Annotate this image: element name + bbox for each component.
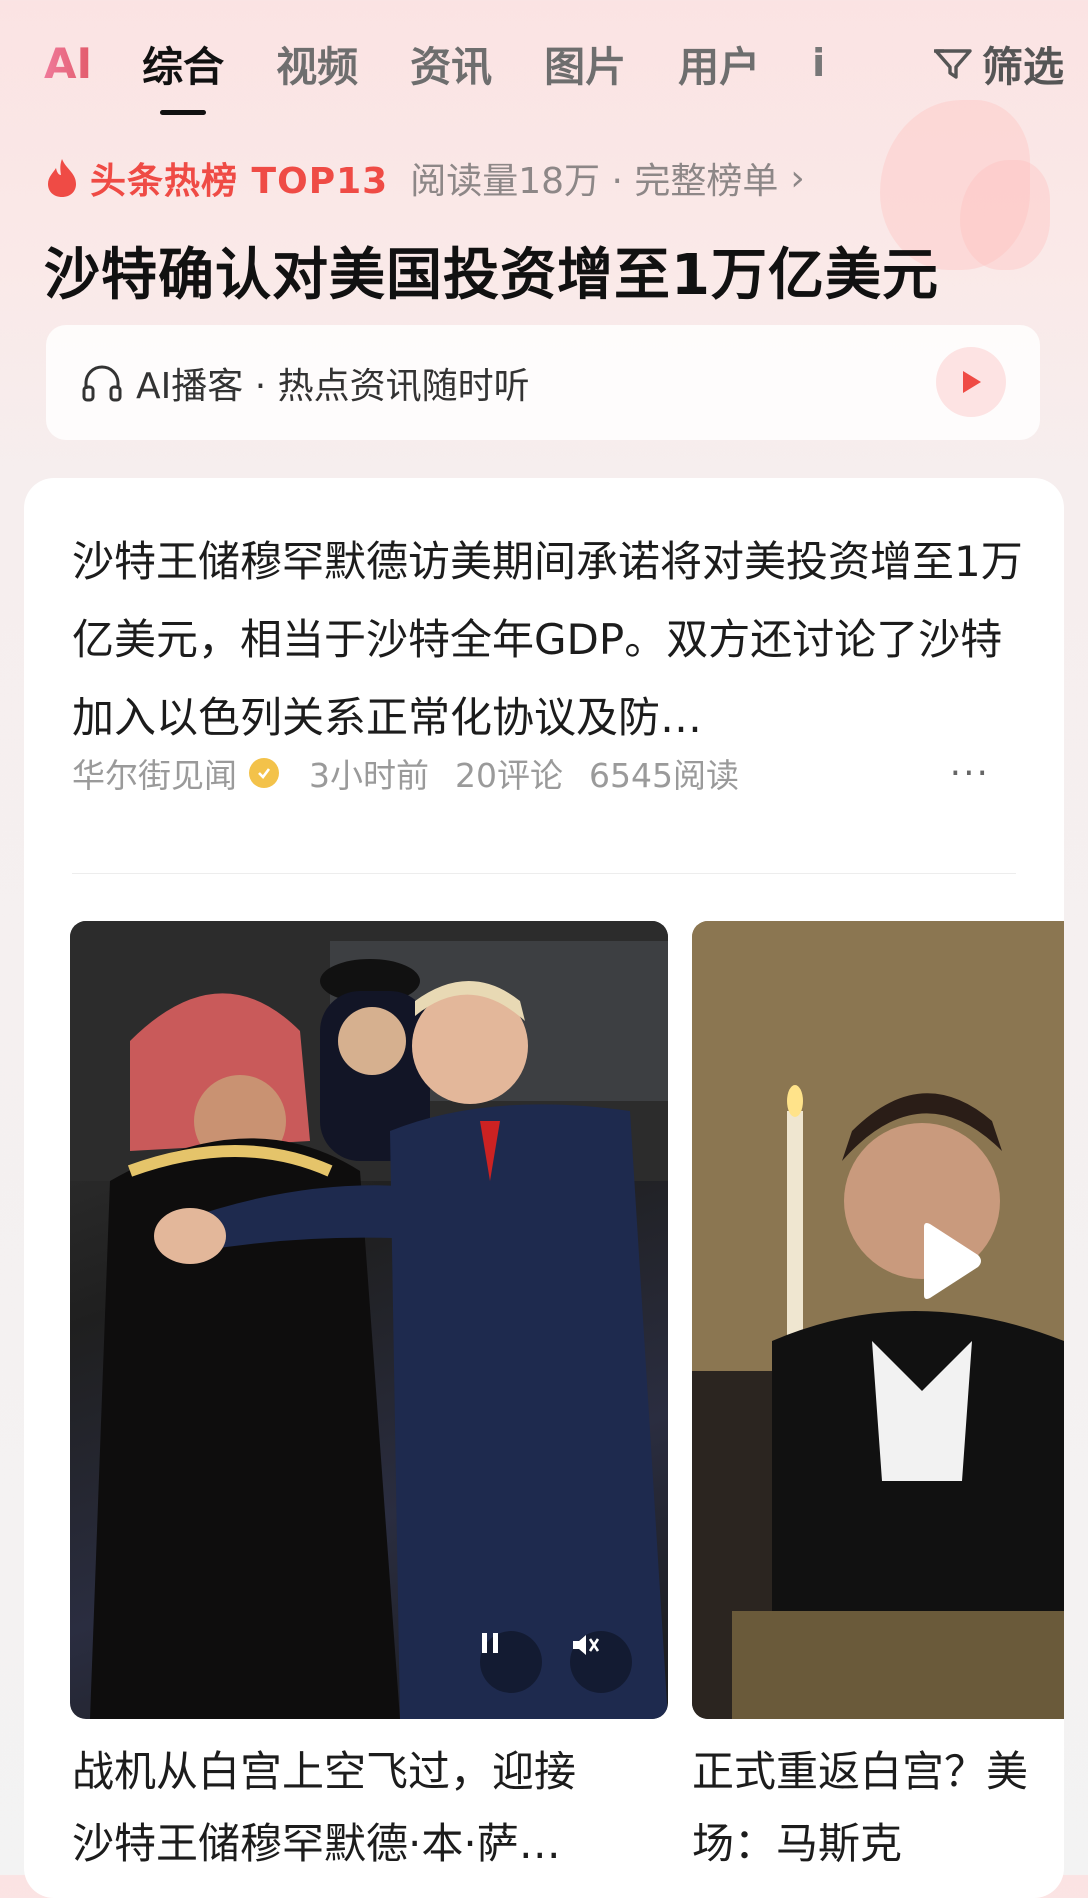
tab-users[interactable]: 用户 [678, 33, 760, 93]
source-name[interactable]: 华尔街见闻 [72, 749, 237, 797]
filter-button[interactable]: 筛选 [932, 33, 1064, 93]
mute-icon [573, 1635, 600, 1655]
caption-line: 正式重返白宫？美 [692, 1747, 1029, 1796]
ai-logo[interactable]: AI [44, 39, 92, 88]
news-summary[interactable]: 沙特王储穆罕默德访美期间承诺将对美投资增至1万亿美元，相当于沙特全年GDP。双方… [72, 523, 1032, 757]
video-thumbnail-2[interactable] [692, 921, 1064, 1719]
podcast-play-button[interactable] [936, 347, 1006, 417]
flame-icon [48, 159, 76, 197]
video-caption-1[interactable]: 战机从白宫上空飞过，迎接 沙特王储穆罕默德·本·萨… [72, 1736, 632, 1880]
pause-icon [482, 1633, 498, 1653]
hot-list-link[interactable]: 头条热榜 TOP13 阅读量18万 · 完整榜单 › [44, 152, 805, 204]
ai-podcast-bar[interactable]: AI播客 · 热点资讯随时听 [46, 325, 1040, 440]
filter-label: 筛选 [982, 43, 1064, 91]
pause-button[interactable] [480, 1631, 542, 1693]
podcast-label: AI播客 · 热点资讯随时听 [136, 365, 530, 407]
tab-comprehensive[interactable]: 综合 [142, 33, 224, 115]
filter-icon [934, 49, 972, 79]
news-card[interactable]: 沙特王储穆罕默德访美期间承诺将对美投资增至1万亿美元，相当于沙特全年GDP。双方… [24, 478, 1064, 1898]
more-options-icon[interactable]: ··· [950, 753, 990, 794]
play-icon [924, 1223, 981, 1299]
hot-list-title: 头条热榜 TOP13 [90, 161, 389, 202]
tab-news[interactable]: 资讯 [410, 33, 492, 93]
chevron-right-icon: › [790, 157, 805, 199]
tab-video[interactable]: 视频 [276, 33, 358, 93]
comment-count: 20评论 [455, 756, 563, 795]
header-decoration [960, 160, 1050, 270]
tab-images[interactable]: 图片 [544, 33, 626, 93]
tab-more[interactable]: i [812, 41, 825, 85]
verified-badge-icon [249, 758, 279, 788]
caption-line: 战机从白宫上空飞过，迎接 [72, 1747, 577, 1796]
caption-line: 场：马斯克 [692, 1819, 903, 1868]
hot-list-meta: 阅读量18万 · 完整榜单 [410, 161, 779, 202]
search-tabs-bar: AI 综合 视频 资讯 图片 用户 i 筛选 [44, 18, 1064, 115]
caption-line: 沙特王储穆罕默德·本·萨… [72, 1819, 561, 1868]
video-caption-2[interactable]: 正式重返白宫？美 场：马斯克 [692, 1736, 1064, 1880]
headphones-icon [82, 365, 122, 401]
video-frame-image [70, 921, 668, 1719]
video-thumbnail-1[interactable] [70, 921, 668, 1719]
video-frame-image [692, 921, 1064, 1719]
read-count: 6545阅读 [589, 756, 739, 795]
news-meta: 华尔街见闻 3小时前 20评论 6545阅读 ··· [72, 748, 1016, 798]
video-play-button[interactable] [914, 1221, 984, 1301]
mute-button[interactable] [570, 1631, 632, 1693]
publish-time: 3小时前 [309, 756, 429, 795]
play-icon [963, 371, 981, 393]
page-title[interactable]: 沙特确认对美国投资增至1万亿美元 [44, 230, 939, 311]
divider [72, 873, 1016, 874]
